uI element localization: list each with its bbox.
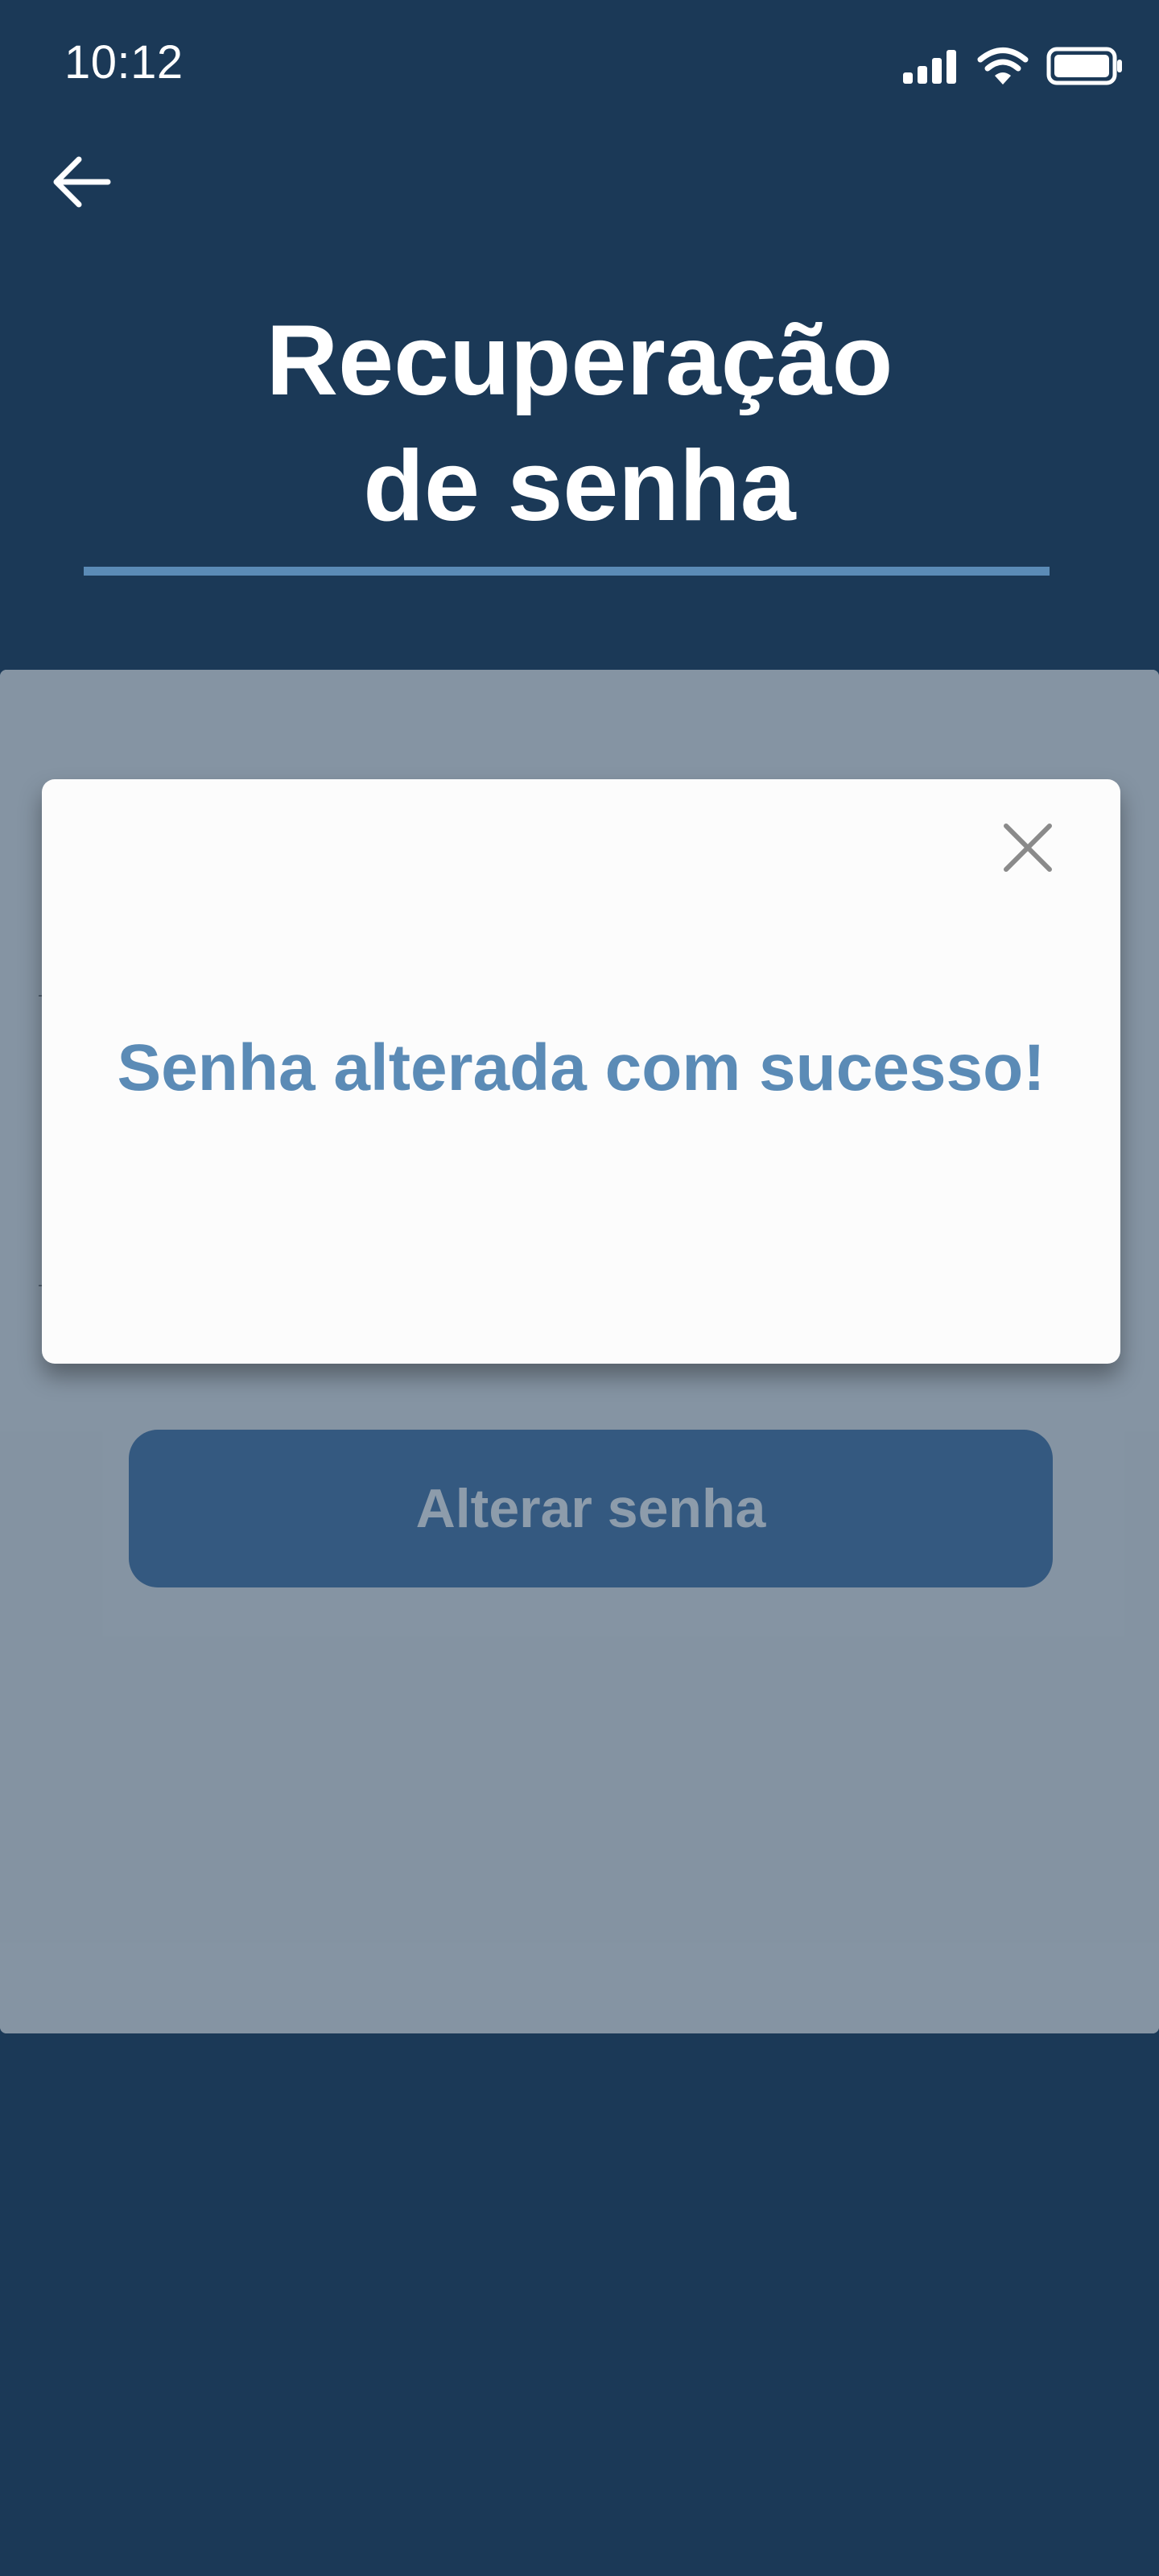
status-bar: 10:12 xyxy=(0,0,1159,129)
password-recovery-screen: 10:12 Recuperação de senha Senha alterad… xyxy=(0,0,1159,2576)
back-button[interactable] xyxy=(48,150,116,217)
page-title: Recuperação de senha xyxy=(0,298,1159,549)
page-title-line-1: Recuperação xyxy=(266,305,893,416)
status-icons xyxy=(901,45,1124,90)
close-icon xyxy=(1003,823,1053,877)
battery-icon xyxy=(1046,47,1124,89)
close-button[interactable] xyxy=(1000,821,1056,877)
wifi-icon xyxy=(977,46,1029,90)
page-title-line-2: de senha xyxy=(363,431,796,542)
success-dialog: Senha alterada com sucesso! xyxy=(42,779,1120,1364)
title-underline xyxy=(84,567,1050,576)
status-time: 10:12 xyxy=(64,36,184,89)
signal-icon xyxy=(901,47,959,89)
arrow-left-icon xyxy=(52,155,113,213)
success-message: Senha alterada com sucesso! xyxy=(117,1031,1046,1104)
